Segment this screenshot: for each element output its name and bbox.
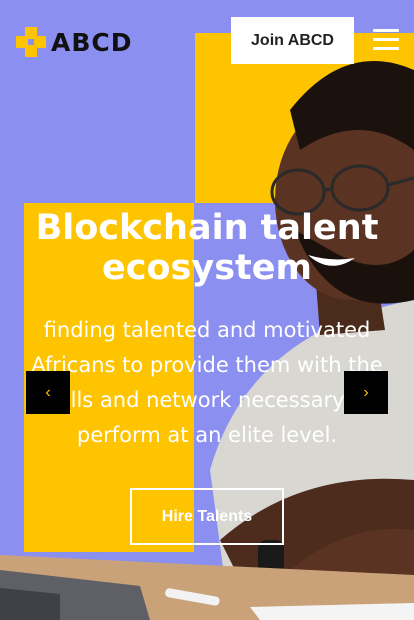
hero-headline: Blockchain talent ecosystem (35, 208, 379, 288)
hero-section: ABCD Join ABCD Blockchain talent ecosyst… (0, 0, 414, 620)
abcd-logo-icon (16, 27, 46, 57)
join-button[interactable]: Join ABCD (231, 17, 354, 64)
hero-subtext: finding talented and motivated Africans … (31, 318, 383, 447)
brand-logo[interactable]: ABCD (16, 27, 133, 57)
carousel-next-button[interactable]: › (344, 371, 388, 414)
hire-talents-button[interactable]: Hire Talents (130, 488, 284, 545)
carousel-prev-button[interactable]: ‹ (26, 371, 70, 414)
brand-name: ABCD (51, 27, 133, 57)
site-header: ABCD Join ABCD (0, 0, 414, 80)
hamburger-menu-icon[interactable] (373, 29, 399, 51)
